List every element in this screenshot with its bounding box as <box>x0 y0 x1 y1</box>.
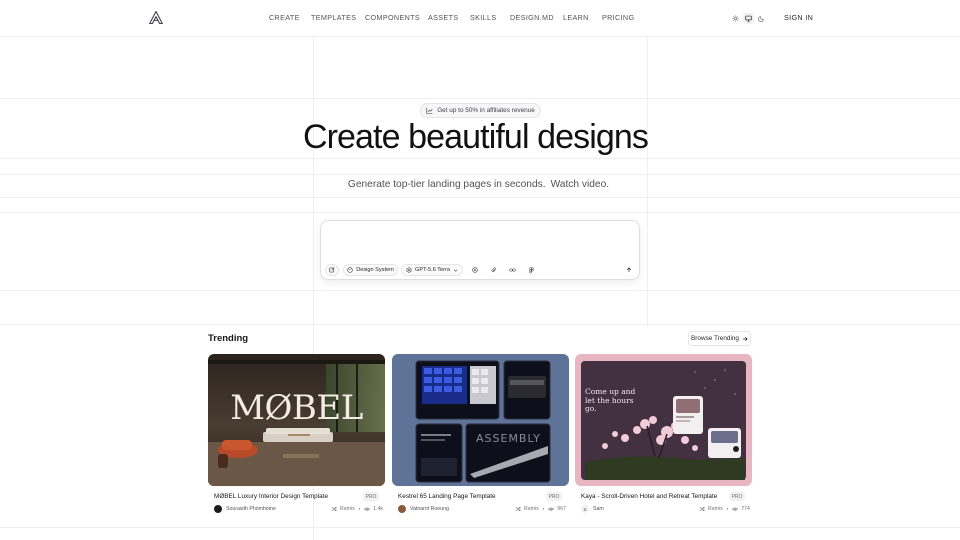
remix-label[interactable]: Remix <box>340 506 355 512</box>
hero-subtitle-text: Generate top-tier landing pages in secon… <box>347 179 546 190</box>
pro-badge: PRO <box>729 492 745 501</box>
grid-line <box>0 324 960 325</box>
avatar: S <box>581 505 589 513</box>
template-title-kaya[interactable]: Kaya - Scroll-Driven Hotel and Retreat T… <box>581 493 717 500</box>
edit-icon <box>329 267 335 273</box>
design-system-button[interactable]: Design System <box>343 264 398 276</box>
grid-line <box>0 212 960 213</box>
eye-icon <box>364 507 371 511</box>
hero-subtitle: Generate top-tier landing pages in secon… <box>0 179 957 190</box>
logo-icon[interactable] <box>149 11 163 24</box>
arrow-right-icon <box>742 336 748 341</box>
watch-video-link[interactable]: Watch video. <box>551 179 610 190</box>
separator-dot <box>358 508 361 510</box>
arrow-up-icon <box>626 267 632 273</box>
stats-mobel: Remix 1.4k <box>331 505 383 513</box>
separator-dot <box>542 508 545 510</box>
attach-button[interactable] <box>487 264 500 276</box>
remix-label[interactable]: Remix <box>708 506 723 512</box>
submit-button[interactable] <box>623 264 635 276</box>
grid-line <box>0 197 960 198</box>
shuffle-icon <box>331 506 337 512</box>
pro-badge: PRO <box>363 492 379 501</box>
pro-badge: PRO <box>546 492 562 501</box>
mobel-preview-wordmark: MØBEL <box>230 388 363 428</box>
sign-in-link[interactable]: SIGN IN <box>784 13 813 22</box>
nav-create[interactable]: CREATE <box>269 13 300 22</box>
template-title-mobel[interactable]: MØBEL Luxury Interior Design Template <box>214 493 328 500</box>
eye-icon <box>548 507 555 511</box>
monitor-icon <box>745 15 752 22</box>
figma-button[interactable] <box>525 264 538 276</box>
globe-icon <box>471 267 478 273</box>
nav-pricing[interactable]: PRICING <box>602 13 634 22</box>
paperclip-icon <box>491 267 496 273</box>
design-system-label: Design System <box>356 267 394 273</box>
grid-line <box>0 98 960 99</box>
affiliate-badge-label: Get up to 50% in affiliates revenue <box>437 107 535 114</box>
grid-line <box>0 158 960 159</box>
palette-icon <box>347 267 353 273</box>
template-preview-kestrel[interactable]: ASSEMBLY <box>392 354 569 486</box>
author-mobel[interactable]: Sourasith Phomhome <box>214 505 276 513</box>
openai-icon <box>406 267 412 273</box>
chart-icon <box>426 107 433 114</box>
grid-line <box>0 527 960 528</box>
eye-icon <box>732 507 739 511</box>
browse-trending-label: Browse Trending <box>691 335 739 342</box>
moon-icon <box>758 15 764 22</box>
shuffle-icon <box>699 506 705 512</box>
avatar <box>398 505 406 513</box>
template-title-kestrel[interactable]: Kestrel 65 Landing Page Template <box>398 493 496 500</box>
shuffle-icon <box>515 506 521 512</box>
hero-title: Create beautiful designs <box>302 118 649 156</box>
avatar-initial: S <box>583 506 587 512</box>
link-icon <box>509 268 516 272</box>
separator-dot <box>726 508 729 510</box>
chevron-down-icon <box>453 269 458 272</box>
theme-light-button[interactable] <box>730 13 741 24</box>
stats-kaya: Remix 774 <box>699 505 750 513</box>
views-count: 774 <box>741 506 750 512</box>
figma-icon <box>529 266 534 273</box>
browse-trending-button[interactable]: Browse Trending <box>688 331 751 346</box>
nav-templates[interactable]: TEMPLATES <box>311 13 356 22</box>
nav-learn[interactable]: LEARN <box>563 13 589 22</box>
kestrel-preview-image: ASSEMBLY <box>392 354 569 486</box>
nav-assets[interactable]: ASSETS <box>428 13 458 22</box>
link-button[interactable] <box>506 264 519 276</box>
remix-label[interactable]: Remix <box>524 506 539 512</box>
template-preview-mobel[interactable]: MØBEL <box>208 354 385 486</box>
author-kaya[interactable]: S Sam <box>581 505 604 513</box>
theme-dark-button[interactable] <box>756 13 767 24</box>
nav-skills[interactable]: SKILLS <box>470 13 496 22</box>
nav-design-md[interactable]: DESIGN.MD <box>510 13 554 22</box>
avatar <box>214 505 222 513</box>
affiliate-badge[interactable]: Get up to 50% in affiliates revenue <box>420 103 541 118</box>
author-kestrel[interactable]: Vatnarot Roeung <box>398 505 449 513</box>
model-label: GPT-5.6 Terra <box>414 267 451 273</box>
sun-icon <box>732 14 739 22</box>
model-select[interactable]: GPT-5.6 Terra <box>401 264 463 276</box>
author-name: Vatnarot Roeung <box>410 506 449 512</box>
author-name: Sourasith Phomhome <box>226 506 276 512</box>
author-name: Sam <box>593 506 604 512</box>
kaya-preview-headline: Come up and let the hours go. <box>585 387 636 413</box>
views-count: 967 <box>557 506 566 512</box>
stats-kestrel: Remix 967 <box>515 505 566 513</box>
top-header: CREATE TEMPLATES COMPONENTS ASSETS SKILL… <box>0 0 960 37</box>
web-button[interactable] <box>468 264 481 276</box>
kaya-preview-image <box>575 354 752 486</box>
theme-system-button[interactable] <box>743 12 754 24</box>
template-preview-kaya[interactable]: Come up and let the hours go. <box>575 354 752 486</box>
new-chat-button[interactable] <box>325 264 339 276</box>
theme-switcher <box>729 10 768 26</box>
views-count: 1.4k <box>373 506 384 512</box>
kestrel-preview-wordmark: ASSEMBLY <box>476 432 541 445</box>
grid-line <box>0 174 960 175</box>
trending-heading: Trending <box>208 333 249 344</box>
grid-line <box>0 290 960 291</box>
nav-components[interactable]: COMPONENTS <box>365 13 420 22</box>
